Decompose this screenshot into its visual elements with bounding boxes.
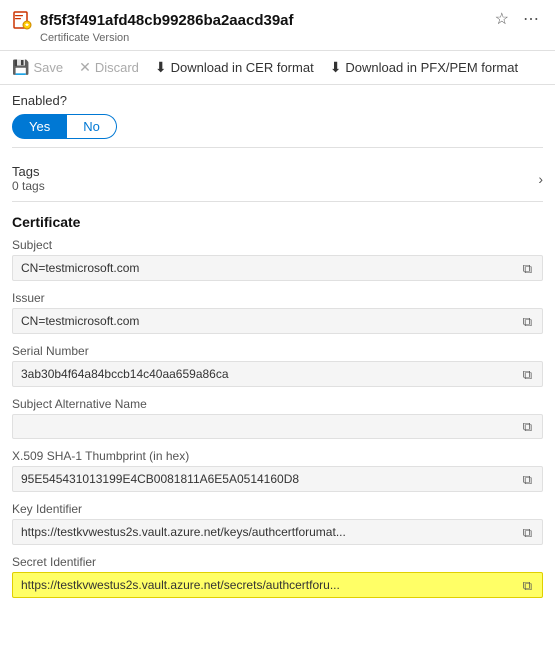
- serial-number-input: 3ab30b4f64a84bccb14c40aa659a86ca ⧉: [12, 361, 543, 387]
- header-action-buttons: ☆ ⋯: [491, 10, 543, 30]
- secret-identifier-field: Secret Identifier https://testkvwestus2s…: [12, 555, 543, 598]
- issuer-copy-button[interactable]: ⧉: [521, 315, 534, 328]
- discard-button[interactable]: ✕ Discard: [79, 57, 139, 78]
- enabled-toggle-group: Yes No: [12, 114, 543, 139]
- key-identifier-field: Key Identifier https://testkvwestus2s.va…: [12, 502, 543, 545]
- certificate-icon: [12, 10, 32, 30]
- enabled-label: Enabled?: [12, 93, 543, 108]
- discard-icon: ✕: [79, 59, 91, 76]
- tags-count: 0 tags: [12, 179, 538, 193]
- issuer-label: Issuer: [12, 291, 543, 305]
- serial-number-value: 3ab30b4f64a84bccb14c40aa659a86ca: [21, 367, 515, 381]
- tags-section[interactable]: Tags 0 tags ›: [12, 156, 543, 202]
- yes-toggle-button[interactable]: Yes: [12, 114, 67, 139]
- secret-identifier-value: https://testkvwestus2s.vault.azure.net/s…: [21, 578, 515, 592]
- subject-alt-name-input: ⧉: [12, 414, 543, 439]
- enabled-section: Enabled? Yes No: [12, 93, 543, 139]
- subject-alt-name-label: Subject Alternative Name: [12, 397, 543, 411]
- no-toggle-button[interactable]: No: [67, 114, 117, 139]
- toolbar: 💾 Save ✕ Discard ⬇ Download in CER forma…: [0, 50, 555, 85]
- key-identifier-input: https://testkvwestus2s.vault.azure.net/k…: [12, 519, 543, 545]
- tags-content: Tags 0 tags: [12, 164, 538, 193]
- subject-value: CN=testmicrosoft.com: [21, 261, 515, 275]
- serial-number-copy-button[interactable]: ⧉: [521, 368, 534, 381]
- key-identifier-copy-button[interactable]: ⧉: [521, 526, 534, 539]
- subject-field: Subject CN=testmicrosoft.com ⧉: [12, 238, 543, 281]
- save-button[interactable]: 💾 Save: [12, 57, 63, 78]
- thumbprint-input: 95E545431013199E4CB0081811A6E5A0514160D8…: [12, 466, 543, 492]
- subject-label: Subject: [12, 238, 543, 252]
- download-pfx-button[interactable]: ⬇ Download in PFX/PEM format: [330, 57, 518, 78]
- secret-identifier-copy-button[interactable]: ⧉: [521, 579, 534, 592]
- download-cer-icon: ⬇: [155, 59, 167, 76]
- key-identifier-label: Key Identifier: [12, 502, 543, 516]
- thumbprint-label: X.509 SHA-1 Thumbprint (in hex): [12, 449, 543, 463]
- download-pfx-icon: ⬇: [330, 59, 342, 76]
- pin-button[interactable]: ☆: [491, 10, 513, 30]
- secret-identifier-label: Secret Identifier: [12, 555, 543, 569]
- key-identifier-value: https://testkvwestus2s.vault.azure.net/k…: [21, 525, 515, 539]
- thumbprint-value: 95E545431013199E4CB0081811A6E5A0514160D8: [21, 472, 515, 486]
- thumbprint-copy-button[interactable]: ⧉: [521, 473, 534, 486]
- subject-alt-name-field: Subject Alternative Name ⧉: [12, 397, 543, 439]
- tags-title: Tags: [12, 164, 538, 179]
- subject-alt-name-copy-button[interactable]: ⧉: [521, 420, 534, 433]
- more-options-button[interactable]: ⋯: [519, 10, 543, 30]
- page-title: 8f5f3f491afd48cb99286ba2aacd39af: [40, 12, 483, 29]
- issuer-input: CN=testmicrosoft.com ⧉: [12, 308, 543, 334]
- download-cer-button[interactable]: ⬇ Download in CER format: [155, 57, 314, 78]
- subject-copy-button[interactable]: ⧉: [521, 262, 534, 275]
- issuer-value: CN=testmicrosoft.com: [21, 314, 515, 328]
- subject-input: CN=testmicrosoft.com ⧉: [12, 255, 543, 281]
- certificate-section-title: Certificate: [12, 214, 543, 230]
- main-content: Enabled? Yes No Tags 0 tags › Certificat…: [0, 85, 555, 616]
- tags-chevron-icon: ›: [538, 171, 543, 187]
- page-subtitle: Certificate Version: [0, 32, 555, 50]
- secret-identifier-input: https://testkvwestus2s.vault.azure.net/s…: [12, 572, 543, 598]
- save-icon: 💾: [12, 59, 29, 76]
- divider-1: [12, 147, 543, 148]
- issuer-field: Issuer CN=testmicrosoft.com ⧉: [12, 291, 543, 334]
- thumbprint-field: X.509 SHA-1 Thumbprint (in hex) 95E54543…: [12, 449, 543, 492]
- page-header: 8f5f3f491afd48cb99286ba2aacd39af ☆ ⋯: [0, 0, 555, 32]
- serial-number-field: Serial Number 3ab30b4f64a84bccb14c40aa65…: [12, 344, 543, 387]
- serial-number-label: Serial Number: [12, 344, 543, 358]
